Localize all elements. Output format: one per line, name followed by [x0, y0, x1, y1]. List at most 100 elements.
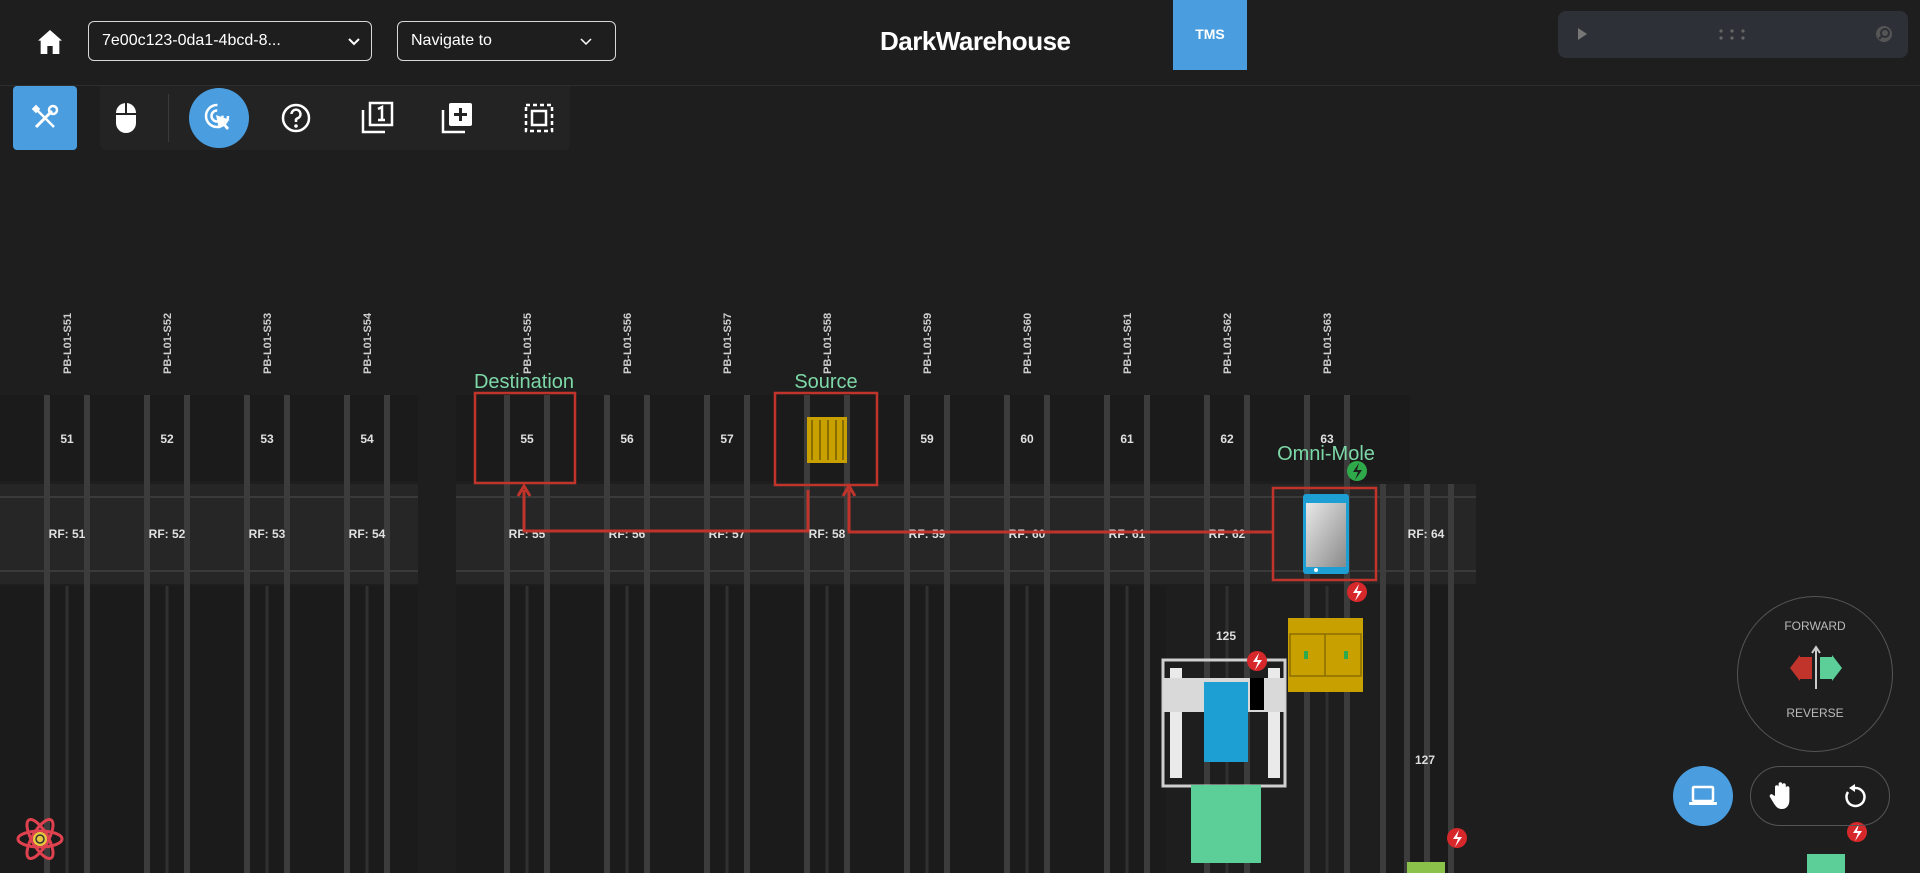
rail-line: [365, 586, 369, 873]
rf-label: RF: 55: [509, 527, 546, 541]
hand-icon[interactable]: [1767, 780, 1799, 812]
select-area-icon[interactable]: [521, 100, 557, 136]
mouse-icon[interactable]: [108, 100, 144, 136]
tool-bar: [12, 86, 570, 152]
rail-line: [844, 395, 850, 873]
rail-line: [904, 395, 910, 873]
lift-station[interactable]: [1161, 658, 1287, 788]
react-icon[interactable]: [16, 818, 64, 860]
station-id-label: PB-L01-S62: [1222, 313, 1234, 374]
tools-icon: [31, 104, 59, 129]
search-panel[interactable]: [1558, 11, 1908, 58]
station-id-label: PB-L01-S58: [822, 313, 834, 374]
green-tote[interactable]: [1191, 785, 1261, 863]
cursor-target-button[interactable]: [189, 88, 249, 148]
direction-arrows-icon[interactable]: [1788, 645, 1844, 691]
charging-icon: [1347, 461, 1367, 481]
rail-line: [525, 586, 529, 873]
reset-icon[interactable]: [1841, 783, 1869, 811]
station-number: 61: [1120, 432, 1134, 446]
laptop-button[interactable]: [1673, 766, 1733, 826]
rail-line: [144, 395, 150, 873]
rail-line: [1380, 484, 1386, 873]
rf-label: RF: 57: [709, 527, 746, 541]
charging-icon: [1247, 651, 1267, 671]
play-icon[interactable]: [1576, 27, 1588, 41]
tms-button[interactable]: TMS: [1173, 0, 1247, 70]
green-tote[interactable]: [1807, 854, 1845, 873]
rail-line: [265, 586, 269, 873]
rf-label: RF: 62: [1209, 527, 1246, 541]
bay-label: 125: [1216, 629, 1236, 643]
station-id-label: PB-L01-S59: [922, 313, 934, 374]
navigate-select[interactable]: Navigate to: [397, 21, 616, 61]
rail-line: [1044, 395, 1050, 873]
station-id-label: PB-L01-S53: [262, 313, 274, 374]
drag-handle-icon[interactable]: [1718, 28, 1746, 40]
session-select[interactable]: 7e00c123-0da1-4bcd-8...: [88, 21, 372, 61]
rf-label: RF: 52: [149, 527, 186, 541]
rail-line: [1025, 586, 1029, 873]
station-number: 53: [260, 432, 274, 446]
station-id-label: PB-L01-S56: [622, 313, 634, 374]
rf-label: RF: 51: [49, 527, 86, 541]
reverse-label: REVERSE: [1786, 706, 1844, 720]
forward-label: FORWARD: [1784, 619, 1846, 633]
station-number: 59: [920, 432, 934, 446]
bay-label: 127: [1415, 753, 1435, 767]
yellow-shuttle[interactable]: [1288, 618, 1363, 692]
green-tote[interactable]: [1407, 862, 1445, 873]
charging-icon: [1347, 582, 1367, 602]
help-icon[interactable]: [278, 100, 314, 136]
layer-one-icon[interactable]: [359, 100, 395, 136]
rail-line: [644, 395, 650, 873]
rf-label: RF: 56: [609, 527, 646, 541]
source-label: Source: [794, 371, 857, 393]
rail-line: [284, 395, 290, 873]
rail-line: [65, 586, 69, 873]
rail-line: [1448, 484, 1454, 873]
rail-line: [44, 395, 50, 873]
station-id-label: PB-L01-S61: [1122, 313, 1134, 374]
rail-line: [1144, 395, 1150, 873]
station-number: 51: [60, 432, 74, 446]
station-number: 60: [1020, 432, 1034, 446]
app-title: DarkWarehouse: [880, 26, 1071, 56]
rail-line: [84, 395, 90, 873]
rf-label: RF: 53: [249, 527, 286, 541]
direction-control[interactable]: FORWARD REVERSE: [1737, 596, 1893, 752]
rail-line: [1104, 395, 1110, 873]
tools-button[interactable]: [13, 86, 77, 150]
station-id-label: PB-L01-S51: [62, 313, 74, 374]
rail-line: [1404, 484, 1410, 873]
chevron-down-icon: [348, 38, 360, 46]
rf-label: RF: 54: [349, 527, 386, 541]
rf-label: RF: 60: [1009, 527, 1046, 541]
rail-line: [925, 586, 929, 873]
home-icon[interactable]: [34, 26, 66, 58]
rail-line: [504, 395, 510, 873]
rail-line: [384, 395, 390, 873]
control-pill: [1750, 766, 1890, 826]
rail-line: [544, 395, 550, 873]
rail-line: [344, 395, 350, 873]
station-number: 55: [520, 432, 534, 446]
laptop-icon: [1689, 785, 1717, 805]
rf-label: RF: 58: [809, 527, 846, 541]
station-id-label: PB-L01-S55: [522, 313, 534, 374]
add-layer-icon[interactable]: [439, 100, 475, 136]
station-id-label: PB-L01-S63: [1322, 313, 1334, 374]
rail-line: [625, 586, 629, 873]
rail-line: [725, 586, 729, 873]
search-icon[interactable]: [1874, 24, 1894, 44]
rail-line: [825, 586, 829, 873]
rail-line: [184, 395, 190, 873]
navigate-select-value: Navigate to: [411, 32, 492, 49]
destination-label: Destination: [474, 371, 574, 393]
station-id-label: PB-L01-S54: [362, 312, 374, 374]
rail-line: [604, 395, 610, 873]
rail-line: [944, 395, 950, 873]
top-bar: 7e00c123-0da1-4bcd-8... Navigate to Dark…: [0, 0, 1920, 86]
pallet[interactable]: [807, 417, 847, 463]
rail-line: [1125, 586, 1129, 873]
